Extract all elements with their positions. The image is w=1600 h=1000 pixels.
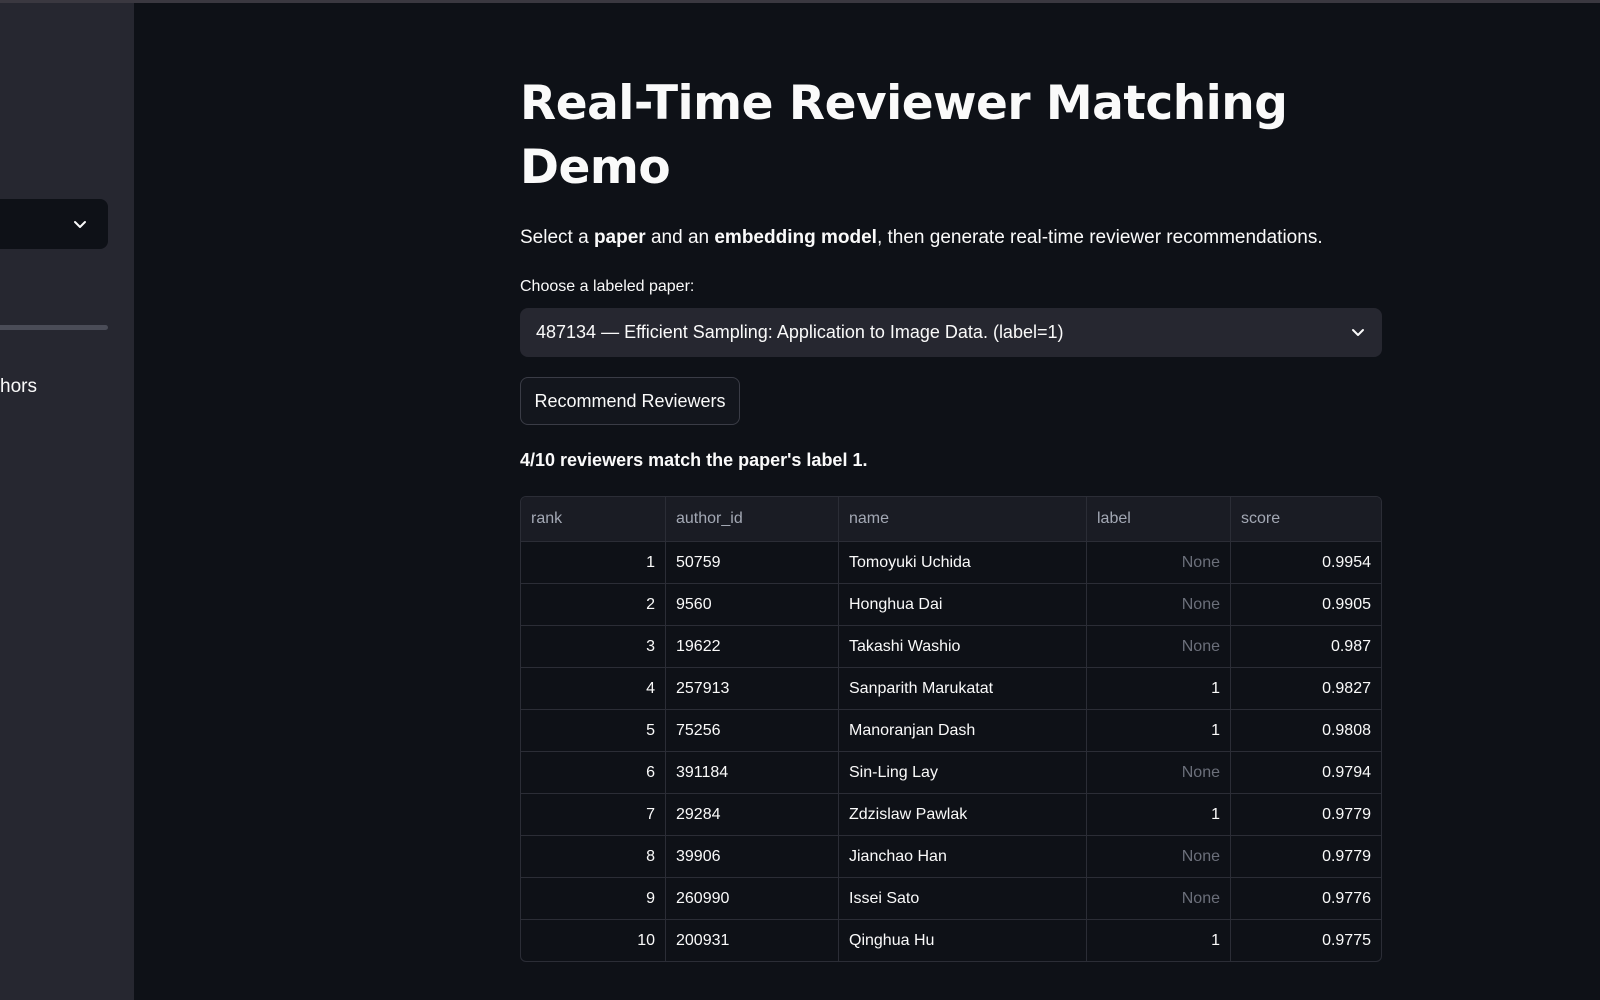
cell-label[interactable]: 1 bbox=[1086, 794, 1230, 835]
column-header-author-id[interactable]: author_id bbox=[665, 497, 838, 541]
cell-label[interactable]: 1 bbox=[1086, 920, 1230, 961]
sidebar-model-select[interactable] bbox=[0, 199, 108, 249]
cell-rank[interactable]: 10 bbox=[521, 920, 665, 961]
chevron-down-icon bbox=[74, 221, 86, 228]
recommend-reviewers-button[interactable]: Recommend Reviewers bbox=[520, 377, 740, 425]
cell-rank[interactable]: 1 bbox=[521, 542, 665, 583]
table-row[interactable]: 3 19622 Takashi Washio None 0.987 bbox=[521, 625, 1381, 667]
column-header-label[interactable]: label bbox=[1086, 497, 1230, 541]
paper-select-label: Choose a labeled paper: bbox=[520, 278, 695, 295]
cell-label[interactable]: 1 bbox=[1086, 668, 1230, 709]
column-header-rank[interactable]: rank bbox=[521, 497, 665, 541]
cell-author-id[interactable]: 75256 bbox=[665, 710, 838, 751]
cell-author-id[interactable]: 200931 bbox=[665, 920, 838, 961]
sidebar: hors bbox=[0, 3, 134, 1000]
window-top-border bbox=[0, 0, 1600, 3]
cell-label[interactable]: None bbox=[1086, 626, 1230, 667]
cell-rank[interactable]: 9 bbox=[521, 878, 665, 919]
table-row[interactable]: 6 391184 Sin-Ling Lay None 0.9794 bbox=[521, 751, 1381, 793]
cell-score[interactable]: 0.9776 bbox=[1230, 878, 1381, 919]
table-row[interactable]: 10 200931 Qinghua Hu 1 0.9775 bbox=[521, 919, 1381, 961]
cell-name[interactable]: Jianchao Han bbox=[838, 836, 1086, 877]
cell-name[interactable]: Honghua Dai bbox=[838, 584, 1086, 625]
cell-author-id[interactable]: 9560 bbox=[665, 584, 838, 625]
cell-name[interactable]: Sin-Ling Lay bbox=[838, 752, 1086, 793]
cell-score[interactable]: 0.987 bbox=[1230, 626, 1381, 667]
page-title: Real-Time Reviewer Matching Demo bbox=[520, 76, 1288, 195]
cell-rank[interactable]: 6 bbox=[521, 752, 665, 793]
intro-text: Select a paper and an embedding model, t… bbox=[520, 227, 1323, 248]
cell-score[interactable]: 0.9954 bbox=[1230, 542, 1381, 583]
table-row[interactable]: 5 75256 Manoranjan Dash 1 0.9808 bbox=[521, 709, 1381, 751]
sidebar-option-label[interactable]: hors bbox=[0, 376, 37, 398]
cell-score[interactable]: 0.9794 bbox=[1230, 752, 1381, 793]
cell-name[interactable]: Tomoyuki Uchida bbox=[838, 542, 1086, 583]
paper-select[interactable]: 487134 — Efficient Sampling: Application… bbox=[520, 308, 1382, 357]
cell-name[interactable]: Zdzislaw Pawlak bbox=[838, 794, 1086, 835]
cell-name[interactable]: Issei Sato bbox=[838, 878, 1086, 919]
cell-label[interactable]: None bbox=[1086, 584, 1230, 625]
table-row[interactable]: 8 39906 Jianchao Han None 0.9779 bbox=[521, 835, 1381, 877]
cell-author-id[interactable]: 19622 bbox=[665, 626, 838, 667]
cell-name[interactable]: Sanparith Marukatat bbox=[838, 668, 1086, 709]
cell-score[interactable]: 0.9808 bbox=[1230, 710, 1381, 751]
cell-author-id[interactable]: 391184 bbox=[665, 752, 838, 793]
paper-select-value: 487134 — Efficient Sampling: Application… bbox=[536, 322, 1064, 342]
column-header-name[interactable]: name bbox=[838, 497, 1086, 541]
match-summary: 4/10 reviewers match the paper's label 1… bbox=[520, 450, 868, 470]
cell-author-id[interactable]: 50759 bbox=[665, 542, 838, 583]
table-body: 1 50759 Tomoyuki Uchida None 0.9954 2 9560 Hong… bbox=[521, 541, 1381, 961]
cell-author-id[interactable]: 39906 bbox=[665, 836, 838, 877]
table-header: rank author_id name label score bbox=[521, 497, 1381, 541]
cell-name[interactable]: Takashi Washio bbox=[838, 626, 1086, 667]
results-table[interactable]: rank author_id name label score 1 50759 To… bbox=[520, 496, 1382, 962]
cell-score[interactable]: 0.9827 bbox=[1230, 668, 1381, 709]
cell-name[interactable]: Qinghua Hu bbox=[838, 920, 1086, 961]
cell-score[interactable]: 0.9779 bbox=[1230, 836, 1381, 877]
table-row[interactable]: 9 260990 Issei Sato None 0.9776 bbox=[521, 877, 1381, 919]
table-row[interactable]: 7 29284 Zdzislaw Pawlak 1 0.9779 bbox=[521, 793, 1381, 835]
sidebar-slider[interactable] bbox=[0, 325, 108, 330]
cell-label[interactable]: None bbox=[1086, 542, 1230, 583]
cell-score[interactable]: 0.9775 bbox=[1230, 920, 1381, 961]
cell-rank[interactable]: 4 bbox=[521, 668, 665, 709]
cell-rank[interactable]: 8 bbox=[521, 836, 665, 877]
column-header-score[interactable]: score bbox=[1230, 497, 1381, 541]
table-row[interactable]: 4 257913 Sanparith Marukatat 1 0.9827 bbox=[521, 667, 1381, 709]
cell-rank[interactable]: 2 bbox=[521, 584, 665, 625]
cell-rank[interactable]: 7 bbox=[521, 794, 665, 835]
cell-author-id[interactable]: 257913 bbox=[665, 668, 838, 709]
chevron-down-icon bbox=[1352, 329, 1364, 336]
cell-score[interactable]: 0.9905 bbox=[1230, 584, 1381, 625]
cell-rank[interactable]: 3 bbox=[521, 626, 665, 667]
cell-label[interactable]: None bbox=[1086, 836, 1230, 877]
cell-label[interactable]: 1 bbox=[1086, 710, 1230, 751]
cell-score[interactable]: 0.9779 bbox=[1230, 794, 1381, 835]
cell-author-id[interactable]: 29284 bbox=[665, 794, 838, 835]
cell-label[interactable]: None bbox=[1086, 752, 1230, 793]
cell-author-id[interactable]: 260990 bbox=[665, 878, 838, 919]
cell-rank[interactable]: 5 bbox=[521, 710, 665, 751]
cell-label[interactable]: None bbox=[1086, 878, 1230, 919]
table-row[interactable]: 2 9560 Honghua Dai None 0.9905 bbox=[521, 583, 1381, 625]
table-row[interactable]: 1 50759 Tomoyuki Uchida None 0.9954 bbox=[521, 541, 1381, 583]
cell-name[interactable]: Manoranjan Dash bbox=[838, 710, 1086, 751]
